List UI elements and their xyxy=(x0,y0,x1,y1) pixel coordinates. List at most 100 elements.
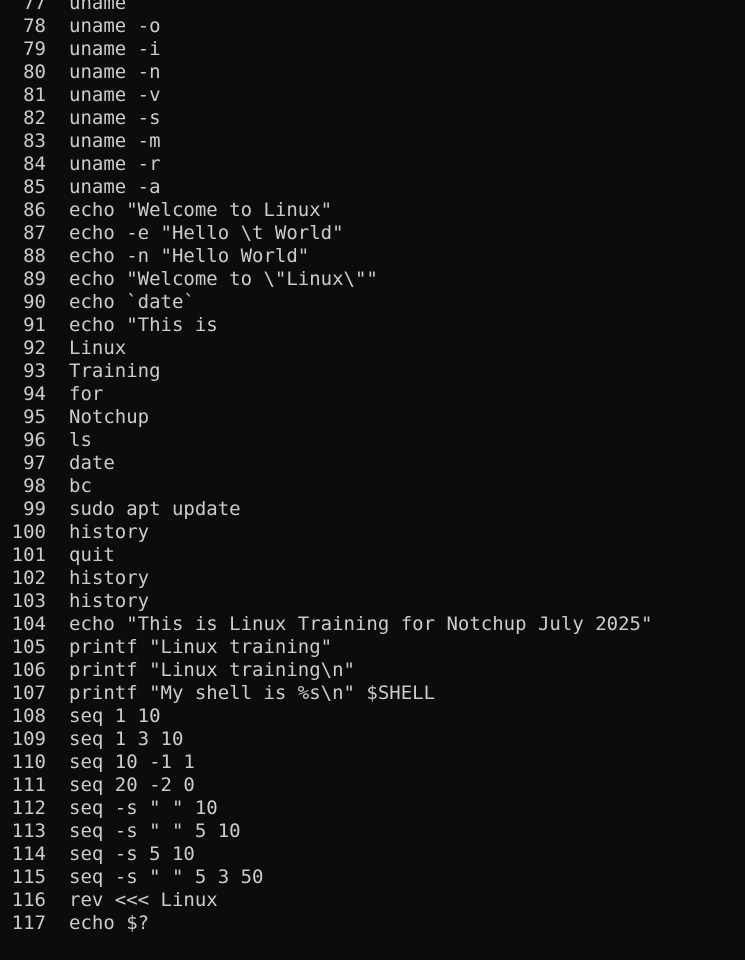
terminal-window[interactable]: 77 uname 78 uname -o 79 uname -i 80 unam… xyxy=(0,0,745,960)
history-line: 114 seq -s 5 10 xyxy=(0,843,745,866)
history-line-number: 115 xyxy=(11,866,46,888)
history-line: 93 Training xyxy=(0,360,745,383)
history-line: 103 history xyxy=(0,590,745,613)
history-line-number: 88 xyxy=(23,245,46,267)
history-command: echo "This is xyxy=(69,314,218,336)
history-command: seq -s " " 10 xyxy=(69,797,218,819)
history-command: echo "This is Linux Training for Notchup… xyxy=(69,613,653,635)
history-line-number: 83 xyxy=(23,130,46,152)
history-line: 89 echo "Welcome to \"Linux\"" xyxy=(0,268,745,291)
history-line-number: 99 xyxy=(23,498,46,520)
history-line: 82 uname -s xyxy=(0,107,745,130)
history-command: bc xyxy=(69,475,92,497)
history-line: 115 seq -s " " 5 3 50 xyxy=(0,866,745,889)
history-command: history xyxy=(69,521,150,543)
history-command: seq 10 -1 1 xyxy=(69,751,195,773)
history-command: seq -s " " 5 3 50 xyxy=(69,866,264,888)
history-line: 83 uname -m xyxy=(0,130,745,153)
history-line: 107 printf "My shell is %s\n" $SHELL xyxy=(0,682,745,705)
history-line-number: 98 xyxy=(23,475,46,497)
history-line: 92 Linux xyxy=(0,337,745,360)
history-line-number: 90 xyxy=(23,291,46,313)
history-line-number: 102 xyxy=(11,567,46,589)
history-line: 116 rev <<< Linux xyxy=(0,889,745,912)
history-line-number: 85 xyxy=(23,176,46,198)
history-command: uname -a xyxy=(69,176,161,198)
history-line: 106 printf "Linux training\n" xyxy=(0,659,745,682)
history-command: echo "Welcome to \"Linux\"" xyxy=(69,268,378,290)
history-line-number: 100 xyxy=(11,521,46,543)
history-line-number: 81 xyxy=(23,84,46,106)
history-line: 102 history xyxy=(0,567,745,590)
history-line: 111 seq 20 -2 0 xyxy=(0,774,745,797)
history-line: 84 uname -r xyxy=(0,153,745,176)
history-line: 112 seq -s " " 10 xyxy=(0,797,745,820)
history-line: 113 seq -s " " 5 10 xyxy=(0,820,745,843)
history-line: 98 bc xyxy=(0,475,745,498)
history-command: ls xyxy=(69,429,92,451)
history-command: rev <<< Linux xyxy=(69,889,218,911)
history-line: 105 printf "Linux training" xyxy=(0,636,745,659)
history-line-number: 113 xyxy=(11,820,46,842)
history-line: 100 history xyxy=(0,521,745,544)
history-line: 97 date xyxy=(0,452,745,475)
history-line-number: 104 xyxy=(11,613,46,635)
history-line-number: 97 xyxy=(23,452,46,474)
history-line-number: 89 xyxy=(23,268,46,290)
history-line-number: 80 xyxy=(23,61,46,83)
history-command: uname -r xyxy=(69,153,161,175)
history-line: 110 seq 10 -1 1 xyxy=(0,751,745,774)
history-command: uname xyxy=(69,0,127,14)
history-command: printf "Linux training\n" xyxy=(69,659,355,681)
history-line: 77 uname xyxy=(0,0,745,15)
history-command: uname -s xyxy=(69,107,161,129)
history-line-number: 92 xyxy=(23,337,46,359)
history-line-number: 117 xyxy=(11,912,46,934)
history-line-number: 103 xyxy=(11,590,46,612)
history-command: history xyxy=(69,567,150,589)
history-line-number: 109 xyxy=(11,728,46,750)
history-line-number: 106 xyxy=(11,659,46,681)
history-line-number: 84 xyxy=(23,153,46,175)
history-line: 90 echo `date` xyxy=(0,291,745,314)
history-command: echo -e "Hello \t World" xyxy=(69,222,344,244)
history-command: uname -i xyxy=(69,38,161,60)
history-line: 79 uname -i xyxy=(0,38,745,61)
history-line: 95 Notchup xyxy=(0,406,745,429)
history-command: Training xyxy=(69,360,161,382)
history-line-number: 110 xyxy=(11,751,46,773)
history-line: 94 for xyxy=(0,383,745,406)
history-line-number: 116 xyxy=(11,889,46,911)
history-line-number: 93 xyxy=(23,360,46,382)
history-line-number: 79 xyxy=(23,38,46,60)
history-command: printf "Linux training" xyxy=(69,636,333,658)
history-line: 96 ls xyxy=(0,429,745,452)
history-command: Linux xyxy=(69,337,127,359)
history-line: 108 seq 1 10 xyxy=(0,705,745,728)
history-command: uname -m xyxy=(69,130,161,152)
history-line: 99 sudo apt update xyxy=(0,498,745,521)
history-line: 88 echo -n "Hello World" xyxy=(0,245,745,268)
history-line-number: 114 xyxy=(11,843,46,865)
history-command: uname -v xyxy=(69,84,161,106)
history-line-number: 82 xyxy=(23,107,46,129)
history-command: date xyxy=(69,452,115,474)
history-line: 104 echo "This is Linux Training for Not… xyxy=(0,613,745,636)
history-command: echo `date` xyxy=(69,291,195,313)
history-command: for xyxy=(69,383,104,405)
history-command: echo $? xyxy=(69,912,150,934)
history-command: seq -s 5 10 xyxy=(69,843,195,865)
history-command: uname -n xyxy=(69,61,161,83)
history-output: 77 uname 78 uname -o 79 uname -i 80 unam… xyxy=(0,0,745,935)
history-line-number: 105 xyxy=(11,636,46,658)
history-line-number: 111 xyxy=(11,774,46,796)
history-line-number: 91 xyxy=(23,314,46,336)
history-command: sudo apt update xyxy=(69,498,241,520)
history-line: 78 uname -o xyxy=(0,15,745,38)
history-line: 87 echo -e "Hello \t World" xyxy=(0,222,745,245)
history-line: 91 echo "This is xyxy=(0,314,745,337)
history-command: history xyxy=(69,590,150,612)
history-line: 109 seq 1 3 10 xyxy=(0,728,745,751)
history-command: uname -o xyxy=(69,15,161,37)
history-command: seq 1 10 xyxy=(69,705,161,727)
